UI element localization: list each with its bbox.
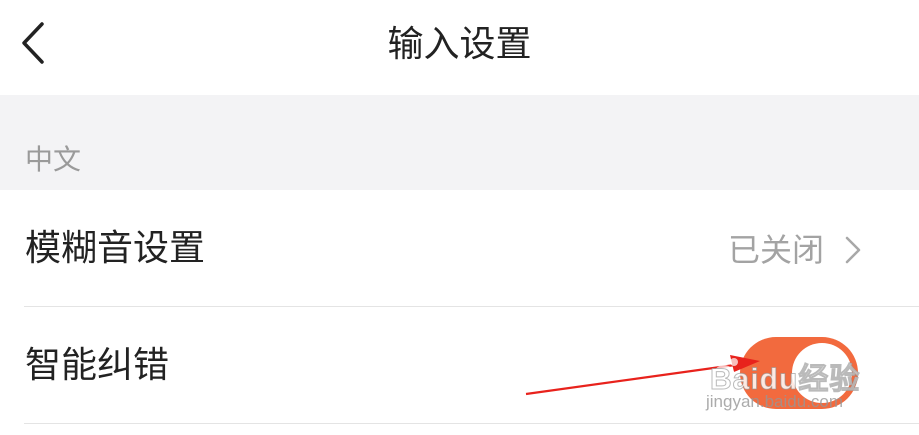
section-header: [0, 95, 919, 190]
toggle-knob: [792, 343, 852, 403]
fuzzy-pinyin-setting-row[interactable]: 模糊音设置 已关闭: [0, 190, 919, 306]
page-title: 输入设置: [387, 24, 532, 65]
header-bar: 输入设置: [0, 0, 919, 95]
fuzzy-pinyin-label: 模糊音设置: [25, 228, 206, 269]
section-title: 中文: [25, 143, 82, 176]
row-divider: [24, 423, 919, 424]
smart-correction-row: 智能纠错: [0, 307, 919, 423]
smart-correction-toggle[interactable]: [740, 337, 858, 409]
chevron-right-icon: [845, 236, 861, 264]
fuzzy-pinyin-status: 已关闭: [727, 231, 824, 269]
smart-correction-label: 智能纠错: [25, 345, 170, 386]
